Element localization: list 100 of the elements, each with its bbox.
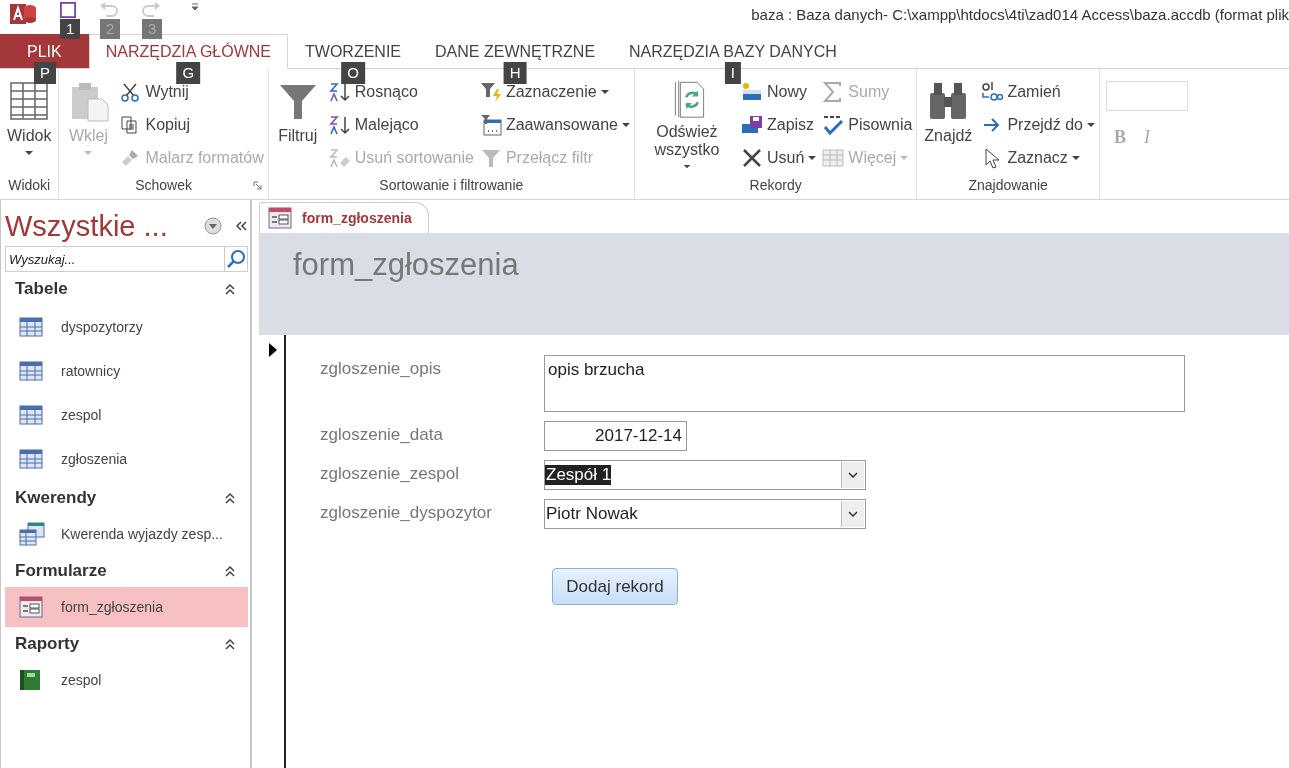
section-header[interactable]: Tabele [5,272,248,305]
ribbon-button[interactable]: Kopiuj [119,112,264,138]
new-record-icon [740,82,763,102]
caret-icon [600,89,609,95]
ribbon-tab[interactable]: NARZĘDZIA GŁÓWNE [88,34,289,69]
field-label: zgloszenie_dyspozytor [320,502,493,523]
button-label: Znajdź [924,127,973,145]
button-label: Widok [7,127,52,145]
table-icon [19,317,43,337]
dropdown-button[interactable] [841,501,864,527]
button-label: Zaawansowane [505,116,618,134]
button-label: Wytnij [145,83,189,101]
button-label: Więcej [848,149,897,167]
window-title: baza : Baza danych- C:\xampp\htdocs\4ti\zad014 Access\baza.accdb (format plik [751,5,1289,23]
navigation-item[interactable]: form_zgłoszenia [5,587,248,627]
button-label: Nowy [766,83,807,101]
collapse-icon [224,282,236,295]
section-header[interactable]: Formularze [5,554,248,587]
ribbon-button[interactable]: Zaawansowane [479,112,630,138]
keytip: G [176,62,201,84]
button-label: Rosnąco [354,83,418,101]
undo-icon [100,2,118,17]
navigation-item[interactable]: Kwerenda wyjazdy zesp... [5,514,248,554]
button-label: Usuń [766,149,805,167]
group-label: Widoki [8,177,51,193]
text-field[interactable]: opis brzucha [544,355,1185,412]
dropdown-icon[interactable] [204,217,222,235]
save-icon [740,115,763,135]
ribbon-button[interactable]: Filtruj [272,75,323,173]
redo-icon [142,2,160,17]
save-icon [60,2,76,18]
section-header[interactable]: Kwerendy [5,481,248,514]
quick-access-button[interactable] [60,2,76,18]
ribbon-button[interactable]: Pisownia [822,112,913,138]
ribbon-button[interactable]: Zapisz [740,112,817,138]
dialog-launcher-icon[interactable] [252,180,262,190]
pane-title: Wszystkie ... [5,209,169,243]
collapse-icon[interactable] [234,220,248,232]
button-label: Sumy [848,83,890,101]
ribbon-button[interactable]: Przejdź do [981,112,1095,138]
collapse-icon [224,491,236,504]
button-label: Odśwież wszystko [653,122,721,159]
field-label: zgloszenie_opis [320,358,442,379]
button-label: Kopiuj [145,116,190,134]
clear-sort-icon [328,147,351,169]
combo-box[interactable]: Zespół 1 [544,460,866,490]
ribbon-button[interactable]: Malejąco [328,112,474,138]
font-field[interactable] [1105,81,1188,111]
dropdown-button[interactable] [841,462,864,488]
button-label: Zaznaczenie [505,83,597,101]
search-field[interactable]: Wyszukaj... [5,246,224,272]
ribbon-button[interactable]: Znajdź [921,75,976,173]
spell-check-icon [822,114,845,136]
table-icon [19,449,43,469]
button-label: Pisownia [848,116,913,134]
navigation-item[interactable]: zespol [5,660,248,700]
button-label: Malarz formatów [145,149,264,167]
add-record-button[interactable]: Dodaj rekord [552,568,678,605]
sort-descending-icon [328,114,351,136]
section-header[interactable]: Raporty [5,627,248,660]
collapse-icon [224,564,236,577]
field-label: zgloszenie_data [320,424,444,445]
button-label: Malejąco [354,116,419,134]
button-label: Przełącz filtr [505,149,593,167]
button-label: Zapisz [766,116,815,134]
keytip: P [34,62,56,84]
group-label: Schowek [135,177,192,193]
scissors-icon [120,82,141,102]
caret-icon [808,155,817,161]
navigation-item[interactable]: ratownicy [5,349,248,393]
navigation-item[interactable]: zespol [5,393,248,437]
field-label: zgloszenie_zespol [320,463,460,484]
ribbon-button[interactable]: Nowy [740,79,817,105]
ribbon-button[interactable]: Zamień [981,79,1095,105]
caret-icon [848,472,858,478]
combo-box[interactable]: Piotr Nowak [544,499,866,529]
text-field[interactable]: 2017-12-14 [544,421,687,451]
advanced-filter-icon [479,114,502,136]
filter-lightning-icon [479,81,502,103]
collapse-icon [224,637,236,650]
caret-icon [900,155,909,161]
button-label: Zamień [1007,83,1061,101]
keytip: H [503,62,527,84]
replace-icon [981,81,1004,103]
navigation-item[interactable]: zgłoszenia [5,437,248,481]
navigation-item[interactable]: dyspozytorzy [5,305,248,349]
customize-toolbar-icon[interactable] [190,2,200,12]
document-tab[interactable]: form_zgłoszenia [259,202,429,233]
ribbon-button[interactable]: Usuń [740,145,817,171]
caret-icon [1071,155,1080,161]
caret-icon [682,164,691,169]
caret-icon [25,151,34,156]
filter-icon [479,147,502,169]
caret-icon [1086,122,1095,128]
ribbon-tab[interactable]: PLIK [0,34,89,68]
table-icon [822,148,845,168]
search-icon[interactable] [224,246,248,272]
ribbon-button[interactable]: Zaznacz [981,145,1095,171]
form-icon [19,596,43,618]
button-label: Filtruj [278,127,318,145]
